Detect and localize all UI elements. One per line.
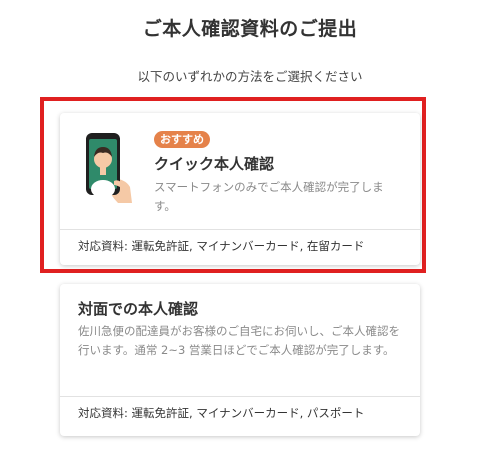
option-title: 対面での本人確認 bbox=[78, 300, 199, 318]
divider bbox=[60, 396, 420, 397]
page-subtitle: 以下のいずれかの方法をご選択ください bbox=[137, 69, 363, 84]
option-card-in-person[interactable]: 対面での本人確認 佐川急便の配達員がお客様のご自宅にお伺いし、ご本人確認を行いま… bbox=[60, 284, 420, 436]
option-description: スマートフォンのみでご本人確認が完了します。 bbox=[154, 180, 384, 213]
option-card-quick[interactable]: おすすめ クイック本人確認 スマートフォンのみでご本人確認が完了します。 対応資… bbox=[60, 113, 420, 265]
option-title: クイック本人確認 bbox=[154, 155, 275, 173]
supported-documents: 対応資料: 運転免許証, マイナンバーカード, パスポート bbox=[78, 406, 365, 420]
page-title: ご本人確認資料のご提出 bbox=[142, 18, 358, 40]
recommended-badge: おすすめ bbox=[154, 131, 210, 148]
smartphone-selfie-icon bbox=[86, 133, 132, 203]
supported-documents: 対応資料: 運転免許証, マイナンバーカード, 在留カード bbox=[78, 239, 365, 253]
option-description: 佐川急便の配達員がお客様のご自宅にお伺いし、ご本人確認を行います。通常 2~3 … bbox=[78, 324, 400, 357]
divider bbox=[60, 229, 420, 230]
